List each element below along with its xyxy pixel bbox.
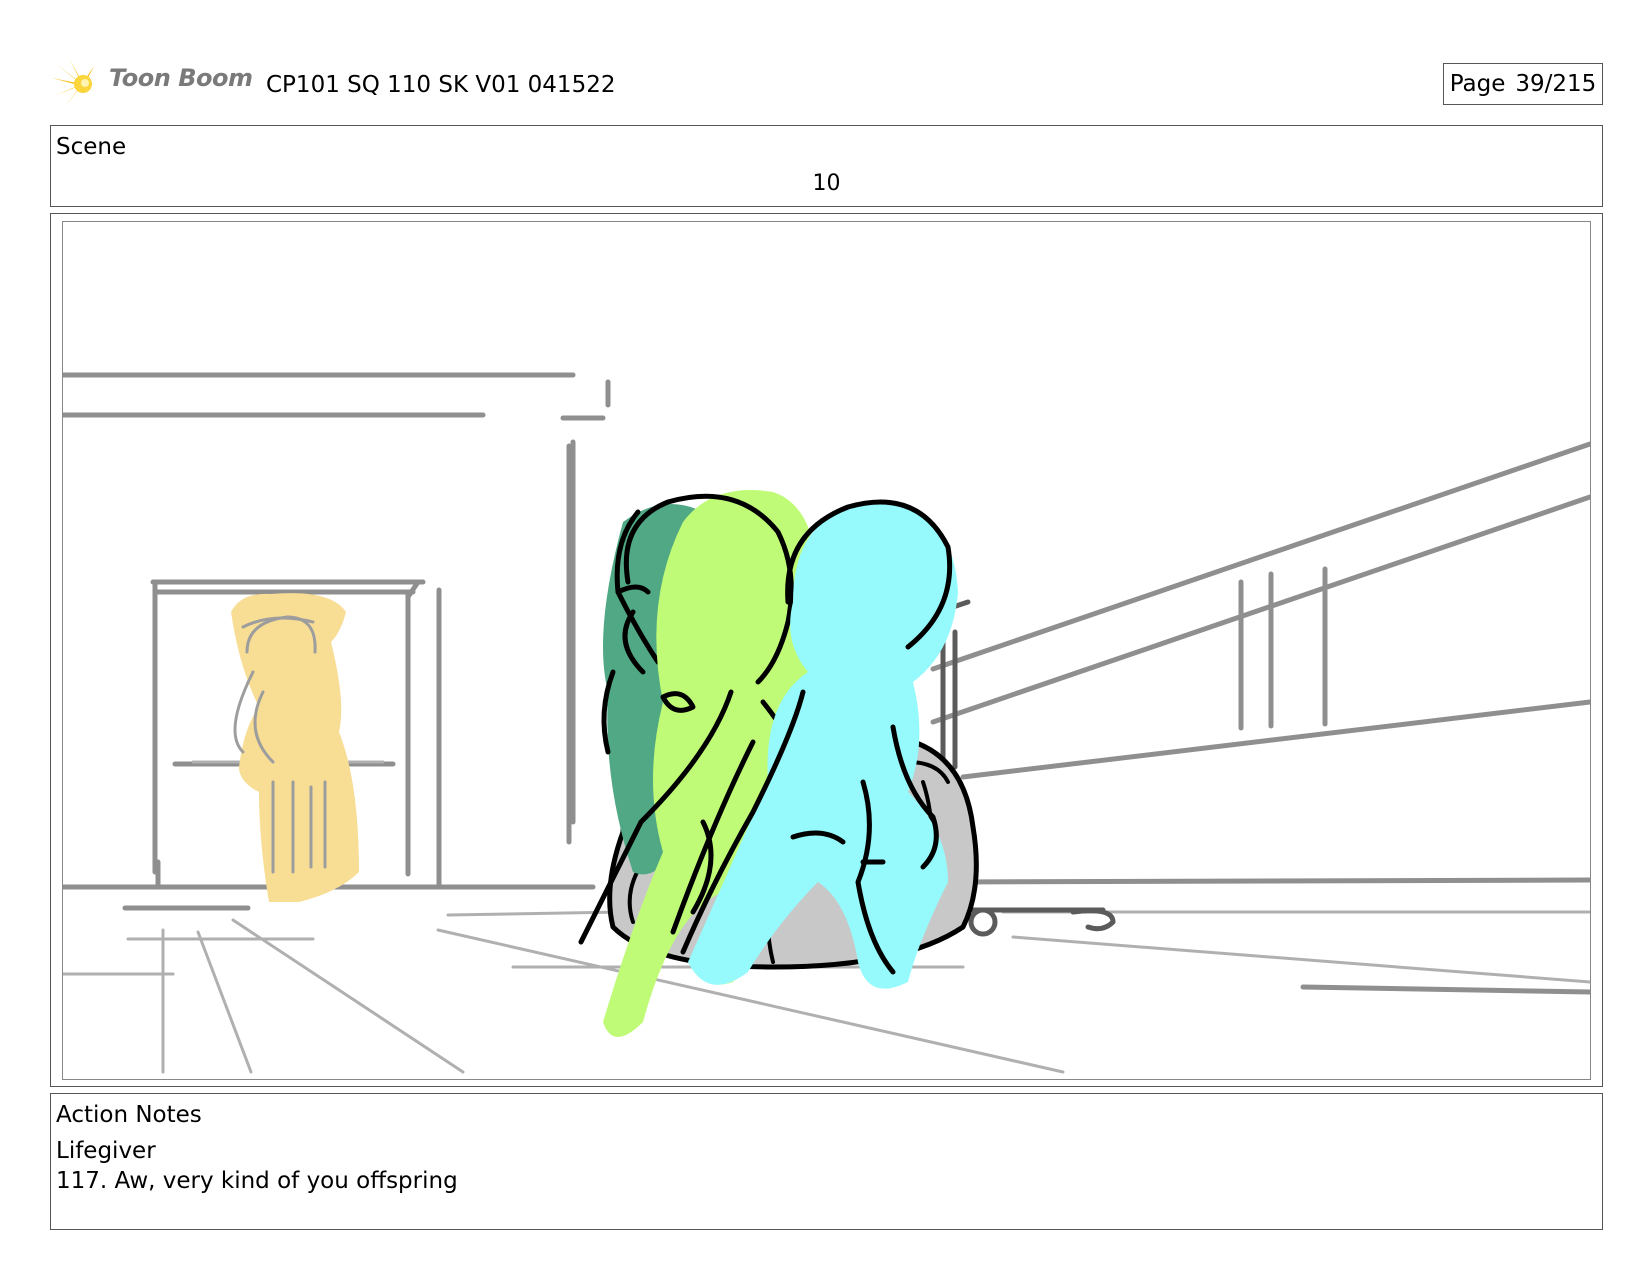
logo-text: Toon Boom — [109, 64, 253, 92]
starburst-icon — [52, 60, 96, 108]
notes-heading: Action Notes — [56, 1102, 202, 1128]
storyboard-sketch — [63, 372, 1590, 1074]
page-label: Page — [1449, 71, 1506, 97]
toon-boom-logo: Toon Boom — [52, 58, 253, 110]
document-title: CP101 SQ 110 SK V01 041522 — [266, 72, 616, 98]
panel-frame — [62, 221, 1591, 1080]
scene-box: Scene 10 — [50, 125, 1603, 207]
scene-label: Scene — [56, 134, 127, 160]
action-notes: Action Notes Lifegiver 117. Aw, very kin… — [50, 1093, 1603, 1230]
notes-speaker: Lifegiver — [56, 1138, 156, 1164]
scene-number: 10 — [812, 171, 841, 196]
page-value: 39/215 — [1515, 71, 1597, 97]
yellow-figure — [231, 593, 359, 902]
storyboard-panel — [50, 213, 1603, 1087]
notes-dialogue-line: 117. Aw, very kind of you offspring — [56, 1168, 458, 1194]
page-indicator: Page 39/215 — [1443, 63, 1603, 105]
